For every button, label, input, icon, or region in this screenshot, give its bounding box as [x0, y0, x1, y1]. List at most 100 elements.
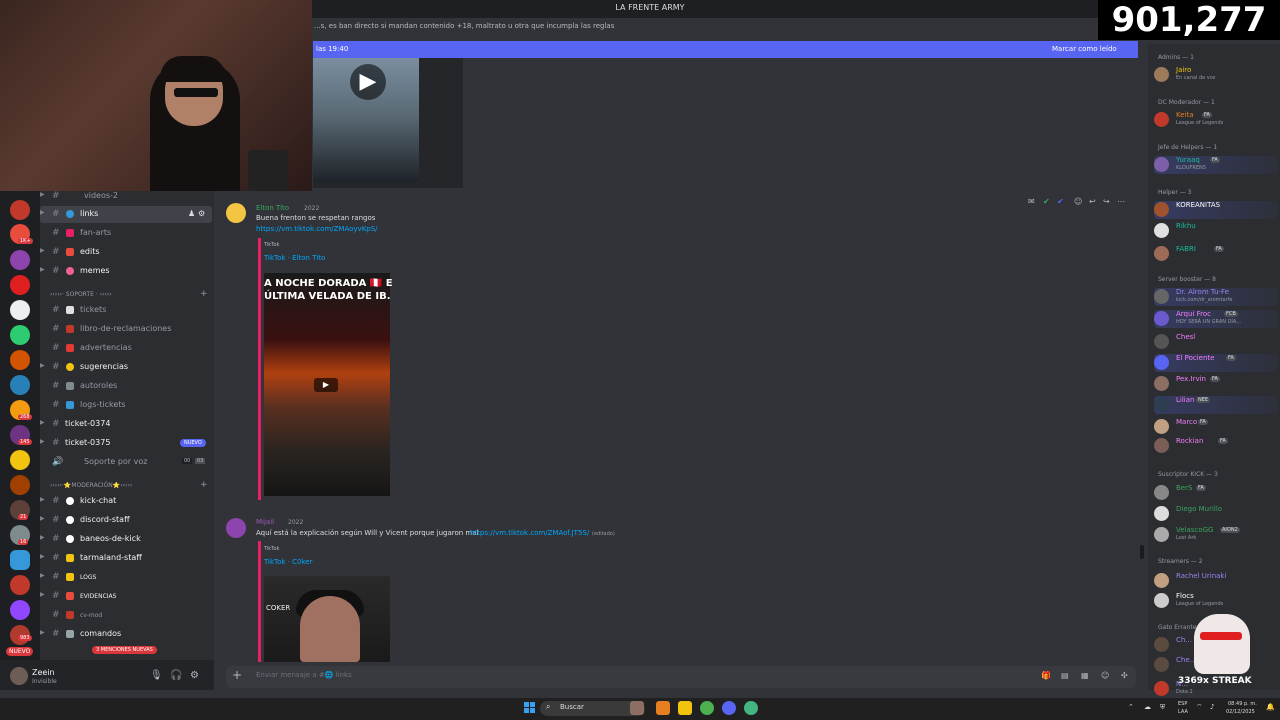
member-item[interactable]: El Pociente FA	[1154, 354, 1278, 372]
play-icon[interactable]: ▶	[350, 64, 386, 100]
volume-icon[interactable]: ♪	[1210, 703, 1214, 711]
channel-edits[interactable]: ▶ # edits	[40, 244, 212, 261]
avatar[interactable]	[226, 518, 246, 538]
emoji-icon[interactable]: ☺	[1101, 671, 1109, 680]
more-icon[interactable]: ⋯	[1117, 197, 1125, 206]
clock-date[interactable]: 02/12/2025	[1226, 709, 1255, 715]
channel-ticket-0374[interactable]: ▶ # ticket-0374	[40, 416, 212, 433]
gift-icon[interactable]: 🎁	[1041, 671, 1051, 680]
new-mentions-badge[interactable]: 3 MENCIONES NUEVAS	[92, 646, 157, 654]
member-item[interactable]: Lilian NEE	[1154, 396, 1278, 414]
add-member-icon[interactable]: ♟	[188, 209, 195, 218]
member-item[interactable]: BerS FA	[1154, 484, 1278, 502]
channel-baneos-de-kick[interactable]: ▶ # baneos-de-kick	[40, 531, 212, 548]
avatar[interactable]	[226, 203, 246, 223]
member-item[interactable]: Dr. Alrom Tu-Fe kick.com/dr_aromtarfe	[1154, 288, 1278, 306]
scrollbar-thumb[interactable]	[1140, 545, 1144, 559]
member-item[interactable]: Pex.Irvin FA	[1154, 375, 1278, 393]
server-icon[interactable]	[10, 300, 30, 320]
keyboard-language[interactable]: ESP	[1178, 701, 1187, 707]
reply-icon[interactable]: ↩	[1089, 197, 1096, 206]
embed-title[interactable]: TikTok · Elton Tito	[264, 254, 325, 262]
server-icon[interactable]	[10, 275, 30, 295]
member-item[interactable]: Chesl	[1154, 333, 1278, 351]
channel-tickets[interactable]: # tickets	[40, 302, 212, 319]
add-channel-icon[interactable]: +	[200, 480, 208, 490]
microphone-icon[interactable]: 🎙	[150, 670, 163, 681]
channel-advertencias[interactable]: # advertencias	[40, 340, 212, 357]
message-link[interactable]: https://vm.tiktok.com/ZMAoyvKpS/	[256, 225, 378, 233]
channel-soporte-por-voz[interactable]: 🔊 Soporte por voz 00 03	[40, 454, 212, 471]
category-moderacion[interactable]: ›››››·⭐MODERACIÓN⭐‹‹‹‹‹	[50, 482, 132, 489]
server-icon[interactable]	[10, 200, 30, 220]
headphones-icon[interactable]: 🎧	[170, 670, 182, 681]
server-icon[interactable]	[10, 325, 30, 345]
security-icon[interactable]: ⛨	[1160, 703, 1165, 712]
cloud-icon[interactable]: ☁	[1144, 703, 1151, 711]
chevron-up-icon[interactable]: ⌃	[1128, 703, 1134, 711]
folder-icon[interactable]	[678, 701, 692, 715]
server-icon[interactable]	[10, 350, 30, 370]
member-item[interactable]: FABRI FA	[1154, 245, 1278, 263]
forward-icon[interactable]: ↪	[1103, 197, 1110, 206]
member-item[interactable]: Rikhu	[1154, 222, 1278, 240]
message-author[interactable]: Mijail	[256, 518, 274, 526]
check-icon[interactable]: ✔	[1043, 197, 1050, 206]
server-icon[interactable]	[10, 250, 30, 270]
clock-time[interactable]: 08:49 p. m.	[1228, 701, 1257, 707]
member-item[interactable]: Keita FA League of Legends	[1154, 111, 1278, 129]
wifi-icon[interactable]: ⌔	[1196, 703, 1203, 712]
member-item[interactable]: Jairo En canal de voz	[1154, 66, 1278, 84]
member-item[interactable]: Flocs League of Legends	[1154, 592, 1278, 610]
sticker-icon[interactable]: ▦	[1081, 671, 1089, 680]
server-icon[interactable]	[10, 575, 30, 595]
channel-autoroles[interactable]: # autoroles	[40, 378, 212, 395]
windows-start-icon[interactable]	[524, 702, 536, 714]
message-input[interactable]: Enviar mensaje a #🌐 links	[256, 671, 352, 679]
server-icon[interactable]	[10, 550, 30, 570]
category-soporte[interactable]: ›››››· SOPORTE · ‹‹‹‹‹	[50, 291, 112, 298]
channel-evidencias[interactable]: ▶ # EVIDENCIAS	[40, 588, 212, 605]
embed-title[interactable]: TikTok · C0ker	[264, 558, 313, 566]
notification-icon[interactable]: 🔔	[1266, 703, 1275, 711]
channel-cv-mod[interactable]: # cv-mod	[40, 607, 212, 624]
channel-logs-tickets[interactable]: # logs-tickets	[40, 397, 212, 414]
channel-logs[interactable]: ▶ # LOGS	[40, 569, 212, 586]
server-icon[interactable]	[10, 450, 30, 470]
new-messages-bar[interactable]	[313, 41, 1138, 58]
member-item[interactable]: Diego Murillo	[1154, 505, 1278, 523]
play-icon[interactable]: ▶	[314, 378, 338, 392]
channel-links[interactable]: ▶ # links ♟ ⚙	[40, 206, 212, 223]
keyboard-layout[interactable]: LAA	[1178, 709, 1188, 715]
message-composer[interactable]	[226, 666, 1136, 688]
member-item[interactable]: Rockian FA	[1154, 437, 1278, 455]
app-icon[interactable]	[656, 701, 670, 715]
gear-icon[interactable]: ⚙	[198, 209, 205, 218]
member-item[interactable]: VelascoGG AION2 Lost Ark	[1154, 526, 1278, 544]
check-icon[interactable]: ✔	[1057, 197, 1064, 206]
member-item[interactable]: KOREANITAS	[1154, 201, 1278, 219]
chrome-icon[interactable]	[700, 701, 714, 715]
gear-icon[interactable]: ⚙	[190, 670, 199, 681]
app-icon[interactable]	[744, 701, 758, 715]
reaction-icon[interactable]: ✉	[1028, 197, 1035, 206]
channel-memes[interactable]: ▶ # memes	[40, 263, 212, 280]
add-channel-icon[interactable]: +	[200, 289, 208, 299]
channel-sugerencias[interactable]: ▶ # sugerencias	[40, 359, 212, 376]
avatar[interactable]	[10, 667, 28, 685]
server-icon[interactable]	[10, 600, 30, 620]
apps-icon[interactable]: ✣	[1121, 671, 1128, 680]
member-item[interactable]: Marco FA	[1154, 418, 1278, 436]
member-item[interactable]: Yuraaq FA KLOUFRENS	[1154, 156, 1278, 174]
channel-discord-staff[interactable]: ▶ # discord-staff	[40, 512, 212, 529]
app-icon[interactable]	[630, 701, 644, 715]
channel-comandos[interactable]: ▶ # comandos	[40, 626, 212, 643]
server-icon[interactable]	[10, 475, 30, 495]
emoji-icon[interactable]: ☺	[1074, 197, 1082, 206]
channel-tarmaland-staff[interactable]: ▶ # tarmaland-staff	[40, 550, 212, 567]
channel-kick-chat[interactable]: ▶ # kick-chat	[40, 493, 212, 510]
add-attachment-icon[interactable]: +	[232, 668, 242, 682]
channel-fan-arts[interactable]: # fan-arts	[40, 225, 212, 242]
channel-libro-de-reclamaciones[interactable]: # libro-de-reclamaciones	[40, 321, 212, 338]
message-link[interactable]: https://vm.tiktok.com/ZMAof.JT5S/	[470, 529, 589, 537]
